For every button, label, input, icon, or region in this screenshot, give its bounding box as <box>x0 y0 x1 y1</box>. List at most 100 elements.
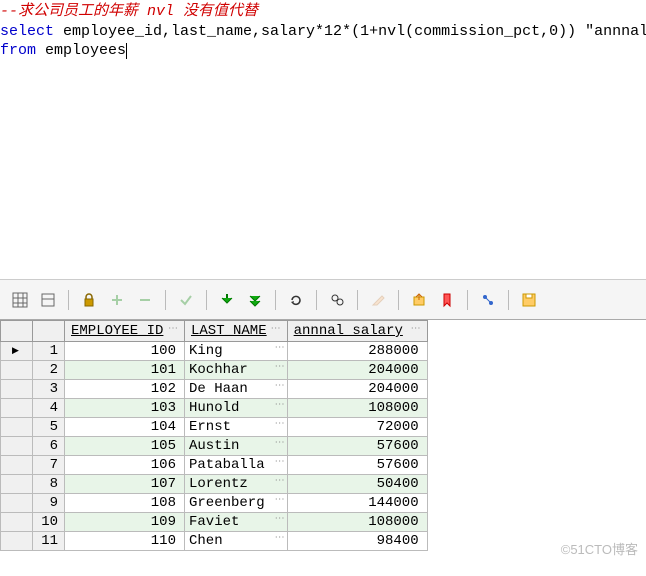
row-number[interactable]: 10 <box>33 513 65 532</box>
table-row[interactable]: 7106Pataballa⋯57600 <box>1 456 428 475</box>
fetch-next-button[interactable] <box>215 288 239 312</box>
row-number[interactable]: 7 <box>33 456 65 475</box>
table-row[interactable]: 8107Lorentz⋯50400 <box>1 475 428 494</box>
grid-view-button[interactable] <box>8 288 32 312</box>
row-marker[interactable] <box>1 456 33 475</box>
cell-last-name[interactable]: Ernst⋯ <box>185 418 288 437</box>
cell-employee-id[interactable]: 101 <box>65 361 185 380</box>
sql-comment: --求公司员工的年薪 nvl 没有值代替 <box>0 3 258 20</box>
table-row[interactable]: 9108Greenberg⋯144000 <box>1 494 428 513</box>
cell-last-name[interactable]: King⋯ <box>185 342 288 361</box>
row-marker[interactable] <box>1 475 33 494</box>
table-row[interactable]: 5104Ernst⋯72000 <box>1 418 428 437</box>
save-button[interactable] <box>517 288 541 312</box>
cell-annual-salary[interactable]: 108000 <box>287 399 427 418</box>
toolbar-separator <box>398 290 399 310</box>
toolbar-separator <box>316 290 317 310</box>
cell-employee-id[interactable]: 108 <box>65 494 185 513</box>
cell-annual-salary[interactable]: 57600 <box>287 456 427 475</box>
toolbar-separator <box>206 290 207 310</box>
add-row-button <box>105 288 129 312</box>
row-marker[interactable] <box>1 399 33 418</box>
link-button[interactable] <box>476 288 500 312</box>
refresh-button[interactable] <box>284 288 308 312</box>
table-row[interactable]: 10109Faviet⋯108000 <box>1 513 428 532</box>
grid-header-row: EMPLOYEE_ID⋯ LAST_NAME⋯ annnal salary⋯ <box>1 321 428 342</box>
cell-last-name[interactable]: Pataballa⋯ <box>185 456 288 475</box>
toolbar-separator <box>357 290 358 310</box>
sql-editor[interactable]: --求公司员工的年薪 nvl 没有值代替 select employee_id,… <box>0 0 646 280</box>
cell-annual-salary[interactable]: 98400 <box>287 532 427 551</box>
cell-annual-salary[interactable]: 204000 <box>287 380 427 399</box>
cell-last-name[interactable]: Greenberg⋯ <box>185 494 288 513</box>
grid-rownum-header[interactable] <box>33 321 65 342</box>
cell-annual-salary[interactable]: 288000 <box>287 342 427 361</box>
fetch-all-button[interactable] <box>243 288 267 312</box>
table-row[interactable]: 4103Hunold⋯108000 <box>1 399 428 418</box>
cell-employee-id[interactable]: 103 <box>65 399 185 418</box>
row-marker[interactable]: ▶ <box>1 342 33 361</box>
cell-employee-id[interactable]: 102 <box>65 380 185 399</box>
table-row[interactable]: 11110Chen⋯98400 <box>1 532 428 551</box>
sql-from-keyword: from <box>0 42 36 59</box>
row-number[interactable]: 1 <box>33 342 65 361</box>
row-number[interactable]: 6 <box>33 437 65 456</box>
row-number[interactable]: 9 <box>33 494 65 513</box>
cell-last-name[interactable]: Kochhar⋯ <box>185 361 288 380</box>
cell-annual-salary[interactable]: 50400 <box>287 475 427 494</box>
cell-employee-id[interactable]: 104 <box>65 418 185 437</box>
cell-last-name[interactable]: Faviet⋯ <box>185 513 288 532</box>
find-button[interactable] <box>325 288 349 312</box>
text-cursor <box>126 43 127 59</box>
column-header-employee-id[interactable]: EMPLOYEE_ID⋯ <box>65 321 185 342</box>
row-number[interactable]: 5 <box>33 418 65 437</box>
row-number[interactable]: 8 <box>33 475 65 494</box>
row-number[interactable]: 3 <box>33 380 65 399</box>
row-marker[interactable] <box>1 513 33 532</box>
cell-annual-salary[interactable]: 108000 <box>287 513 427 532</box>
results-grid: EMPLOYEE_ID⋯ LAST_NAME⋯ annnal salary⋯ ▶… <box>0 320 428 551</box>
row-marker[interactable] <box>1 532 33 551</box>
results-grid-container[interactable]: EMPLOYEE_ID⋯ LAST_NAME⋯ annnal salary⋯ ▶… <box>0 320 646 551</box>
single-record-button[interactable] <box>36 288 60 312</box>
cell-last-name[interactable]: De Haan⋯ <box>185 380 288 399</box>
toolbar-separator <box>165 290 166 310</box>
row-number[interactable]: 11 <box>33 532 65 551</box>
toolbar-separator <box>508 290 509 310</box>
lock-button[interactable] <box>77 288 101 312</box>
table-row[interactable]: 6105Austin⋯57600 <box>1 437 428 456</box>
bookmark-button[interactable] <box>435 288 459 312</box>
column-header-last-name[interactable]: LAST_NAME⋯ <box>185 321 288 342</box>
cell-annual-salary[interactable]: 72000 <box>287 418 427 437</box>
remove-row-button <box>133 288 157 312</box>
row-number[interactable]: 2 <box>33 361 65 380</box>
cell-annual-salary[interactable]: 204000 <box>287 361 427 380</box>
table-row[interactable]: ▶1100King⋯288000 <box>1 342 428 361</box>
cell-annual-salary[interactable]: 144000 <box>287 494 427 513</box>
table-row[interactable]: 3102De Haan⋯204000 <box>1 380 428 399</box>
cell-employee-id[interactable]: 100 <box>65 342 185 361</box>
toolbar-separator <box>275 290 276 310</box>
row-marker[interactable] <box>1 380 33 399</box>
grid-corner <box>1 321 33 342</box>
cell-last-name[interactable]: Hunold⋯ <box>185 399 288 418</box>
cell-employee-id[interactable]: 107 <box>65 475 185 494</box>
table-row[interactable]: 2101Kochhar⋯204000 <box>1 361 428 380</box>
cell-last-name[interactable]: Chen⋯ <box>185 532 288 551</box>
cell-employee-id[interactable]: 105 <box>65 437 185 456</box>
row-marker[interactable] <box>1 494 33 513</box>
cell-last-name[interactable]: Austin⋯ <box>185 437 288 456</box>
column-header-annual-salary[interactable]: annnal salary⋯ <box>287 321 427 342</box>
sql-select-keyword: select <box>0 23 54 40</box>
row-marker[interactable] <box>1 361 33 380</box>
cell-annual-salary[interactable]: 57600 <box>287 437 427 456</box>
cell-employee-id[interactable]: 106 <box>65 456 185 475</box>
row-number[interactable]: 4 <box>33 399 65 418</box>
cell-last-name[interactable]: Lorentz⋯ <box>185 475 288 494</box>
export-button[interactable] <box>407 288 431 312</box>
cell-employee-id[interactable]: 109 <box>65 513 185 532</box>
row-marker[interactable] <box>1 437 33 456</box>
cell-employee-id[interactable]: 110 <box>65 532 185 551</box>
row-marker[interactable] <box>1 418 33 437</box>
toolbar-separator <box>467 290 468 310</box>
